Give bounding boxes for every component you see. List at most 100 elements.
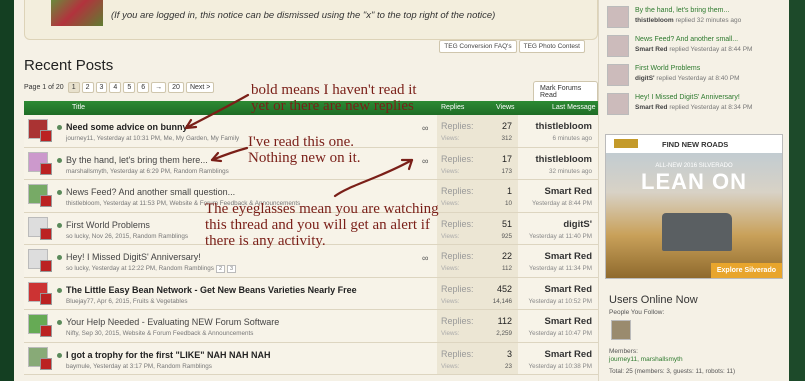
table-row[interactable]: Hey! I Missed DigitS' Anniversary! so lu… <box>24 245 598 278</box>
sidebar-recent-title[interactable]: Hey! I Missed DigitS' Anniversary! <box>635 94 740 101</box>
avatar[interactable] <box>607 93 629 115</box>
last-poster-avatar[interactable] <box>40 227 52 240</box>
sidebar-recent-title[interactable]: First World Problems <box>635 65 700 72</box>
last-post-time[interactable]: 32 minutes ago <box>536 168 592 175</box>
last-poster-avatar[interactable] <box>40 325 52 337</box>
next-page-button[interactable]: Next > <box>185 82 215 93</box>
avatar[interactable] <box>611 320 631 340</box>
ad-header: FIND NEW ROADS <box>606 135 782 153</box>
replies-label: Replies: <box>441 153 474 164</box>
sidebar-recent-user[interactable]: Smart Red <box>635 104 668 111</box>
sidebar-recent-item[interactable]: News Feed? And another small... Smart Re… <box>607 35 787 59</box>
notice-image <box>51 0 103 26</box>
thread-title[interactable]: The Little Easy Bean Network - Get New B… <box>66 285 357 295</box>
sidebar-recent-item[interactable]: First World Problems digitS' replied Yes… <box>607 64 787 88</box>
reply-count: 51 <box>501 218 512 229</box>
thread-status-icon <box>57 320 62 325</box>
views-label: Views: <box>441 362 460 370</box>
thread-title[interactable]: By the hand, let's bring them here... <box>66 155 208 165</box>
thread-title[interactable]: Need some advice on bunny <box>66 122 188 132</box>
last-post-time[interactable]: Yesterday at 10:47 PM <box>529 330 592 337</box>
last-poster-avatar[interactable] <box>40 357 52 370</box>
page-link[interactable]: 6 <box>137 82 150 93</box>
sidebar-recent-item[interactable]: By the hand, let's bring them... thistle… <box>607 6 787 30</box>
page-link[interactable]: 2 <box>81 82 94 93</box>
sidebar-recent-time: replied Yesterday at 8:44 PM <box>669 46 753 53</box>
thread-page-link[interactable]: 3 <box>227 265 237 273</box>
page-jump[interactable]: → <box>151 82 167 93</box>
column-title[interactable]: Title <box>72 104 85 111</box>
page-scrollbar[interactable] <box>789 0 805 381</box>
page-link[interactable]: 20 <box>168 82 184 93</box>
main-column: (If you are logged in, this notice can b… <box>14 0 598 381</box>
last-message: thistlebloom 6 minutes ago <box>536 121 592 142</box>
table-row[interactable]: I got a trophy for the first "LIKE" NAH … <box>24 342 598 375</box>
last-post-time[interactable]: Yesterday at 11:40 PM <box>529 233 592 240</box>
column-last-message[interactable]: Last Message <box>552 104 596 111</box>
last-post-time[interactable]: Yesterday at 11:34 PM <box>529 265 592 272</box>
last-poster-avatar[interactable] <box>40 292 52 305</box>
last-post-time[interactable]: Yesterday at 10:38 PM <box>529 363 592 370</box>
view-count: 312 <box>501 135 512 142</box>
page-link[interactable]: 4 <box>109 82 122 93</box>
sidebar-recent-item[interactable]: Hey! I Missed DigitS' Anniversary! Smart… <box>607 93 787 117</box>
last-poster[interactable]: Smart Red <box>529 251 592 262</box>
tab-conversion-faq[interactable]: TEG Conversion FAQ's <box>439 40 517 53</box>
sidebar-recent-title[interactable]: News Feed? And another small... <box>635 36 738 43</box>
last-poster-avatar[interactable] <box>40 162 52 175</box>
ad-cta-button[interactable]: Explore Silverado <box>710 263 782 278</box>
thread-title[interactable]: First World Problems <box>66 220 150 230</box>
sidebar-recent-title[interactable]: By the hand, let's bring them... <box>635 7 729 14</box>
last-poster[interactable]: digitS' <box>529 219 592 230</box>
last-post-time[interactable]: Yesterday at 8:44 PM <box>532 200 592 207</box>
reply-count: 22 <box>501 251 512 261</box>
thread-title[interactable]: Hey! I Missed DigitS' Anniversary! <box>66 252 201 262</box>
reply-count: 112 <box>497 316 512 326</box>
sidebar-recent-user[interactable]: thistlebloom <box>635 17 674 24</box>
members-online-list[interactable]: journey11, marshallsmyth <box>609 356 683 363</box>
sidebar-recent-time: replied 32 minutes ago <box>675 17 742 24</box>
last-post-time[interactable]: Yesterday at 10:52 PM <box>529 298 592 305</box>
column-replies[interactable]: Replies <box>441 104 464 111</box>
table-row[interactable]: The Little Easy Bean Network - Get New B… <box>24 277 598 310</box>
sidebar-recent-meta: thistlebloom replied 32 minutes ago <box>635 17 741 24</box>
table-row[interactable]: Your Help Needed - Evaluating NEW Forum … <box>24 310 598 343</box>
replies-label: Replies: <box>441 283 474 294</box>
page-link[interactable]: 1 <box>67 82 80 93</box>
thread-status-icon <box>57 287 62 293</box>
thread-title[interactable]: Your Help Needed - Evaluating NEW Forum … <box>66 317 279 327</box>
eyeglasses-icon: ∞ <box>422 123 429 133</box>
last-poster[interactable]: Smart Red <box>529 284 592 295</box>
annotation-glasses: The eyeglasses mean you are watching thi… <box>205 201 439 249</box>
page-link[interactable]: 3 <box>95 82 108 93</box>
thread-title[interactable]: News Feed? And another small question... <box>66 187 235 197</box>
last-poster-avatar[interactable] <box>40 130 52 142</box>
last-post-time[interactable]: 6 minutes ago <box>536 135 592 142</box>
thread-stats: Replies: Views: 112 2,259 <box>437 310 518 342</box>
mark-forums-read-button[interactable]: Mark Forums Read <box>533 81 598 103</box>
tab-photo-contest[interactable]: TEG Photo Contest <box>518 40 585 53</box>
thread-page-link[interactable]: 2 <box>215 265 225 273</box>
column-views[interactable]: Views <box>496 104 515 111</box>
page-link[interactable]: 5 <box>123 82 136 93</box>
avatar[interactable] <box>607 64 629 86</box>
thread-meta: Bluejay77, Apr 6, 2015, Fruits & Vegetab… <box>66 298 187 305</box>
sidebar-recent-user[interactable]: digitS' <box>635 75 655 82</box>
last-poster[interactable]: Smart Red <box>532 186 592 197</box>
last-poster-avatar[interactable] <box>40 195 52 207</box>
notice-tabs: TEG Conversion FAQ's TEG Photo Contest <box>439 40 585 53</box>
chevrolet-logo-icon <box>614 139 638 148</box>
last-poster[interactable]: Smart Red <box>529 349 592 360</box>
last-poster-avatar[interactable] <box>40 260 52 272</box>
users-online-title[interactable]: Users Online Now <box>609 294 698 306</box>
avatar[interactable] <box>607 35 629 57</box>
last-poster[interactable]: thistlebloom <box>536 154 592 165</box>
sidebar-recent-user[interactable]: Smart Red <box>635 46 668 53</box>
avatar[interactable] <box>607 6 629 28</box>
thread-title[interactable]: I got a trophy for the first "LIKE" NAH … <box>66 350 271 360</box>
pagination: Page 1 of 20 1 2 3 4 5 6 → 20 Next > <box>24 82 215 93</box>
replies-label: Replies: <box>441 348 474 359</box>
last-poster[interactable]: Smart Red <box>529 316 592 327</box>
last-poster[interactable]: thistlebloom <box>536 121 592 132</box>
advertisement[interactable]: FIND NEW ROADS ALL-NEW 2016 SILVERADO LE… <box>605 134 783 279</box>
